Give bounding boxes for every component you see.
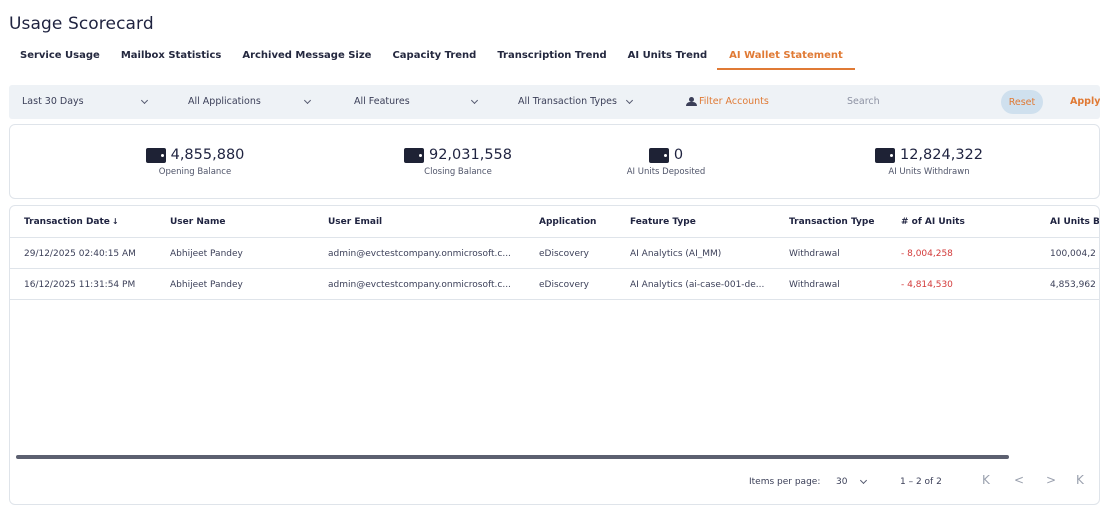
table-row[interactable]: 29/12/2025 02:40:15 AM Abhijeet Pandey a… xyxy=(10,238,1099,269)
ai-units-deposited-label: AI Units Deposited xyxy=(626,167,706,177)
header-transaction-type[interactable]: Transaction Type xyxy=(789,217,874,227)
cell-email: admin@evctestcompany.onmicrosoft.c... xyxy=(328,280,511,290)
cell-transaction-type: Withdrawal xyxy=(789,249,840,259)
closing-balance-value: 92,031,558 xyxy=(428,147,513,163)
previous-page-button[interactable]: < xyxy=(1014,473,1024,487)
header-ai-units-balance[interactable]: AI Units B xyxy=(1050,217,1099,227)
tab-service-usage[interactable]: Service Usage xyxy=(20,50,100,70)
cell-ai-units: - 4,814,530 xyxy=(901,280,953,290)
cell-ai-units-balance: 4,853,962 xyxy=(1050,280,1096,290)
wallet-icon xyxy=(403,147,424,163)
chevron-down-icon xyxy=(303,96,311,104)
date-range-label: Last 30 Days xyxy=(22,96,84,107)
header-application[interactable]: Application xyxy=(539,217,596,227)
filter-accounts-label: Filter Accounts xyxy=(699,96,769,107)
cell-date: 29/12/2025 02:40:15 AM xyxy=(24,249,136,259)
cell-feature: AI Analytics (AI_MM) xyxy=(630,249,722,259)
chevron-down-icon xyxy=(860,476,868,485)
items-per-page-select[interactable]: 30 xyxy=(836,476,868,487)
tab-archived-message-size[interactable]: Archived Message Size xyxy=(242,50,371,70)
filter-accounts-button[interactable]: Filter Accounts xyxy=(686,96,769,107)
cell-application: eDiscovery xyxy=(539,249,590,259)
header-user-name[interactable]: User Name xyxy=(170,217,225,227)
date-range-select[interactable]: Last 30 Days xyxy=(22,96,148,107)
opening-balance-stat: 4,855,880 Opening Balance xyxy=(100,147,290,177)
tab-bar: Service Usage Mailbox Statistics Archive… xyxy=(20,50,876,72)
filter-bar: Last 30 Days All Applications All Featur… xyxy=(9,85,1100,119)
pagination-range: 1 – 2 of 2 xyxy=(900,477,942,487)
features-label: All Features xyxy=(354,96,410,107)
chevron-down-icon xyxy=(140,96,148,104)
ai-units-withdrawn-label: AI Units Withdrawn xyxy=(888,167,970,177)
chevron-down-icon xyxy=(625,96,633,104)
transactions-table: Transaction Date ↓ User Name User Email A… xyxy=(9,205,1100,505)
cell-application: eDiscovery xyxy=(539,280,590,290)
wallet-icon xyxy=(874,147,895,163)
applications-select[interactable]: All Applications xyxy=(188,96,311,107)
first-page-button[interactable]: K xyxy=(982,473,990,487)
transaction-types-select[interactable]: All Transaction Types xyxy=(518,96,633,107)
header-ai-units[interactable]: # of AI Units xyxy=(901,217,965,227)
ai-units-withdrawn-value: 12,824,322 xyxy=(899,147,984,163)
wallet-icon xyxy=(145,147,166,163)
opening-balance-value: 4,855,880 xyxy=(170,147,245,163)
cell-email: admin@evctestcompany.onmicrosoft.c... xyxy=(328,249,511,259)
search-input[interactable]: Search xyxy=(847,96,880,107)
tab-ai-wallet-statement[interactable]: AI Wallet Statement xyxy=(717,50,855,70)
tab-capacity-trend[interactable]: Capacity Trend xyxy=(392,50,476,70)
people-icon xyxy=(686,97,697,106)
features-select[interactable]: All Features xyxy=(354,96,478,107)
table-header: Transaction Date ↓ User Name User Email A… xyxy=(10,206,1099,238)
items-per-page-label: Items per page: xyxy=(749,477,821,487)
horizontal-scrollbar[interactable] xyxy=(16,455,1009,459)
tab-ai-units-trend[interactable]: AI Units Trend xyxy=(628,50,708,70)
header-user-email[interactable]: User Email xyxy=(328,217,382,227)
applications-label: All Applications xyxy=(188,96,261,107)
wallet-icon xyxy=(648,147,669,163)
cell-feature: AI Analytics (ai-case-001-de... xyxy=(630,280,765,290)
chevron-down-icon xyxy=(470,96,478,104)
last-page-button[interactable]: K xyxy=(1076,473,1084,487)
opening-balance-label: Opening Balance xyxy=(158,167,232,177)
apply-button[interactable]: Apply xyxy=(1070,96,1100,107)
next-page-button[interactable]: > xyxy=(1046,473,1056,487)
closing-balance-label: Closing Balance xyxy=(424,167,492,177)
cell-date: 16/12/2025 11:31:54 PM xyxy=(24,280,136,290)
cell-transaction-type: Withdrawal xyxy=(789,280,840,290)
items-per-page-value: 30 xyxy=(836,477,848,487)
reset-button[interactable]: Reset xyxy=(1001,90,1043,114)
cell-ai-units: - 8,004,258 xyxy=(901,249,953,259)
header-transaction-date[interactable]: Transaction Date ↓ xyxy=(24,217,119,227)
cell-user-name: Abhijeet Pandey xyxy=(170,249,243,259)
table-row[interactable]: 16/12/2025 11:31:54 PM Abhijeet Pandey a… xyxy=(10,269,1099,300)
page-title: Usage Scorecard xyxy=(9,14,154,34)
tab-mailbox-statistics[interactable]: Mailbox Statistics xyxy=(121,50,222,70)
closing-balance-stat: 92,031,558 Closing Balance xyxy=(363,147,553,177)
cell-ai-units-balance: 100,004,2 xyxy=(1050,249,1096,259)
ai-units-deposited-value: 0 xyxy=(673,147,684,163)
header-feature-type[interactable]: Feature Type xyxy=(630,217,696,227)
sort-arrow-icon: ↓ xyxy=(111,217,119,226)
ai-units-withdrawn-stat: 12,824,322 AI Units Withdrawn xyxy=(834,147,1024,177)
summary-panel: 4,855,880 Opening Balance 92,031,558 Clo… xyxy=(9,124,1100,199)
transaction-types-label: All Transaction Types xyxy=(518,96,617,107)
tab-transcription-trend[interactable]: Transcription Trend xyxy=(497,50,606,70)
cell-user-name: Abhijeet Pandey xyxy=(170,280,243,290)
ai-units-deposited-stat: 0 AI Units Deposited xyxy=(571,147,761,177)
